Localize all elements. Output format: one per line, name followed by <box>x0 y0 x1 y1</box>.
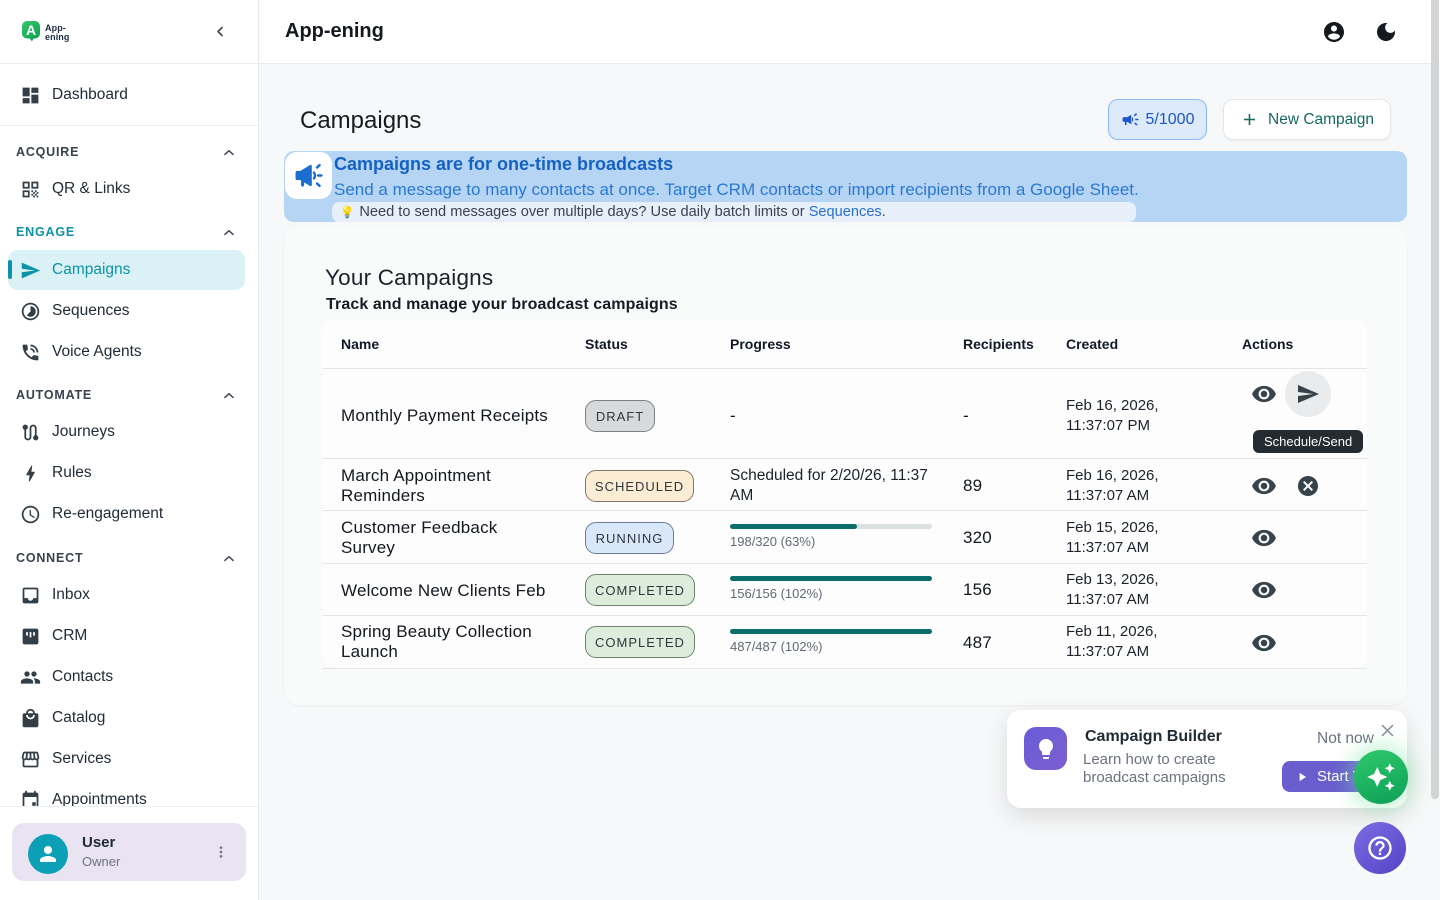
svg-text:A: A <box>26 22 36 38</box>
